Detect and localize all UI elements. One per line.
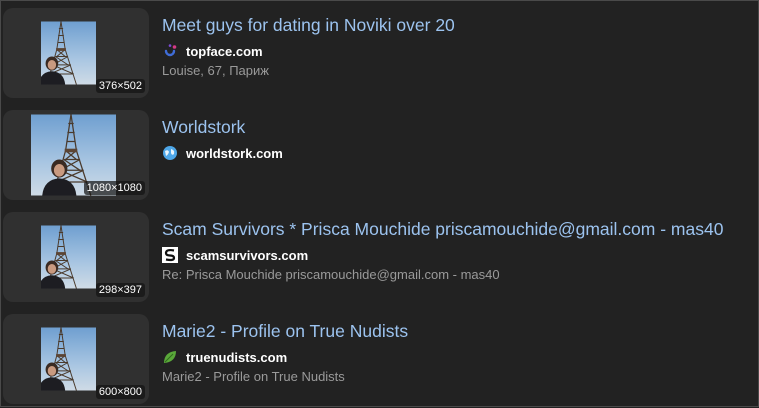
result-thumbnail[interactable]: 376×502 — [3, 8, 149, 98]
topface-icon — [162, 43, 178, 59]
result-title[interactable]: Worldstork — [162, 116, 245, 138]
image-dimensions: 1080×1080 — [83, 181, 145, 195]
result-item: 1080×1080 Worldstork worldstork.com — [3, 110, 753, 204]
leaf-icon — [162, 349, 178, 365]
result-domain: scamsurvivors.com — [186, 247, 309, 263]
scamsurvivors-icon — [162, 247, 178, 263]
result-item: 376×502 Meet guys for dating in Noviki o… — [3, 8, 753, 102]
result-source[interactable]: worldstork.com — [162, 144, 283, 162]
result-domain: topface.com — [186, 43, 263, 59]
result-snippet: Louise, 67, Париж — [162, 63, 269, 78]
result-title[interactable]: Scam Survivors * Prisca Mouchide priscam… — [162, 218, 723, 240]
image-dimensions: 298×397 — [95, 283, 145, 297]
result-item: 600×800 Marie2 - Profile on True Nudists… — [3, 314, 753, 408]
result-title[interactable]: Marie2 - Profile on True Nudists — [162, 320, 408, 342]
image-dimensions: 376×502 — [95, 79, 145, 93]
result-thumbnail[interactable]: 1080×1080 — [3, 110, 149, 200]
result-snippet: Re: Prisca Mouchide priscamouchide@gmail… — [162, 267, 500, 282]
result-domain: truenudists.com — [186, 349, 288, 365]
results-panel: 376×502 Meet guys for dating in Noviki o… — [0, 0, 759, 407]
result-thumbnail[interactable]: 600×800 — [3, 314, 149, 404]
image-dimensions: 600×800 — [95, 385, 145, 399]
result-item: 298×397 Scam Survivors * Prisca Mouchide… — [3, 212, 753, 306]
result-source[interactable]: truenudists.com — [162, 348, 287, 366]
globe-icon — [162, 145, 178, 161]
result-domain: worldstork.com — [186, 145, 283, 161]
result-source[interactable]: topface.com — [162, 42, 263, 60]
result-thumbnail[interactable]: 298×397 — [3, 212, 149, 302]
result-source[interactable]: scamsurvivors.com — [162, 246, 308, 264]
result-snippet: Marie2 - Profile on True Nudists — [162, 369, 345, 384]
result-title[interactable]: Meet guys for dating in Noviki over 20 — [162, 14, 455, 36]
